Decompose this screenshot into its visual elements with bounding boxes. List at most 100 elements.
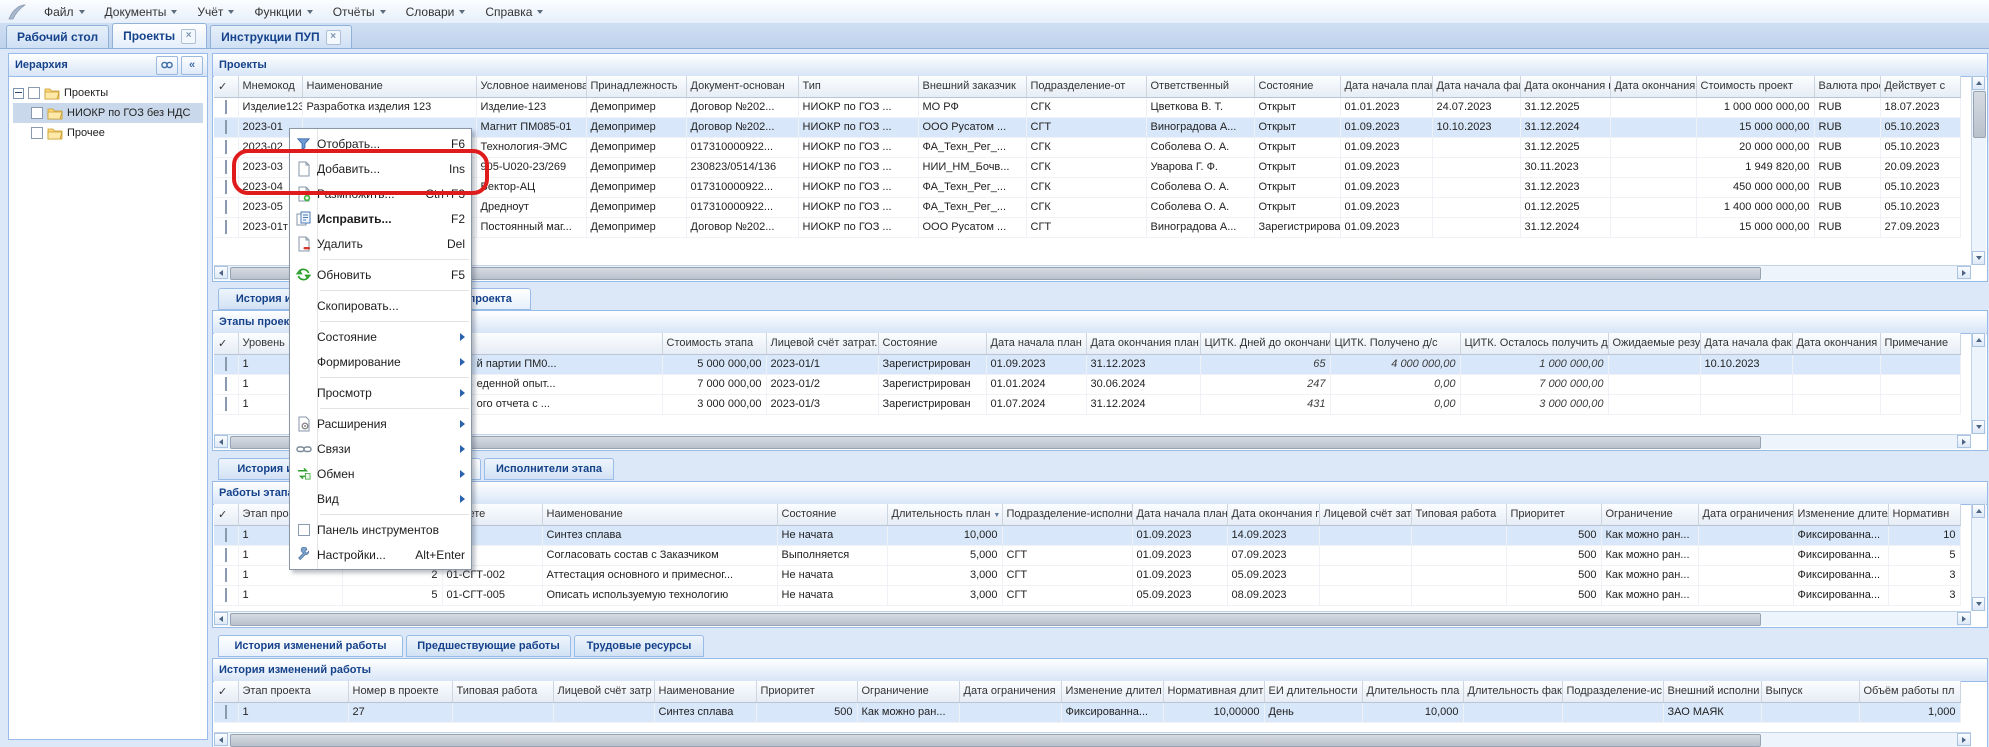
row-checkbox[interactable] [225, 705, 227, 719]
column-header[interactable]: Подразделение-исполнитель.. [1002, 504, 1132, 525]
cell[interactable]: ООО Русатом ... [918, 217, 1026, 237]
cell[interactable]: Согласовать состав с Заказчиком [542, 545, 777, 565]
cell[interactable]: Аттестация основного и примесног... [542, 565, 777, 585]
cell[interactable]: Демопример [586, 217, 686, 237]
row-checkbox[interactable] [225, 357, 227, 371]
column-header[interactable]: ЦИТК. Осталось получить д/с [1460, 333, 1608, 354]
cell[interactable]: Открыт [1254, 137, 1340, 157]
cell[interactable] [1792, 374, 1880, 394]
table-row[interactable]: 127Синтез сплава500Как можно ран...Фикси… [214, 702, 1960, 722]
cell[interactable]: 3 [1888, 585, 1960, 605]
table-row[interactable]: 1Синтез сплаваНе начата10,00001.09.20231… [214, 525, 1960, 545]
tab-рабочий-стол[interactable]: Рабочий стол [6, 25, 109, 48]
column-header[interactable]: Состояние [1254, 76, 1340, 97]
cell[interactable]: НИОКР по ГОЗ ... [798, 97, 918, 117]
cell[interactable] [1610, 197, 1696, 217]
cell[interactable]: Зарегистрирован [1254, 217, 1340, 237]
scroll-right-icon[interactable] [1957, 266, 1971, 279]
menu-функции[interactable]: Функции [244, 2, 322, 22]
cell[interactable]: 31.12.2024 [1086, 394, 1200, 414]
projects-horizontal-scrollbar[interactable] [214, 265, 1971, 280]
scroll-left-icon[interactable] [214, 612, 228, 625]
column-header[interactable]: ЦИТК. Дней до окончания [1200, 333, 1330, 354]
cell[interactable]: НИОКР по ГОЗ ... [798, 157, 918, 177]
cell[interactable]: 1 400 000 000,00 [1696, 197, 1814, 217]
table-row[interactable]: 2023-01Магнит ПМ085-01ДемопримерДоговор … [214, 117, 1960, 137]
cell[interactable]: Дредноут [476, 197, 586, 217]
cell[interactable]: 4 000 000,00 [1330, 354, 1460, 374]
row-checkbox[interactable] [225, 397, 227, 411]
tab-инструкции-пуп[interactable]: Инструкции ПУП× [210, 25, 351, 48]
cell[interactable]: 01.12.2025 [1520, 197, 1610, 217]
cell[interactable]: 1 [238, 702, 348, 722]
column-header[interactable]: Длительность фак [1463, 681, 1562, 702]
column-header[interactable]: Внешний заказчик [918, 76, 1026, 97]
context-menu-item-формирование[interactable]: Формирование [290, 349, 471, 374]
works-vertical-scrollbar[interactable] [1971, 504, 1986, 611]
column-header[interactable]: Мнемокод [238, 76, 302, 97]
scroll-thumb[interactable] [230, 734, 1761, 747]
works-horizontal-scrollbar[interactable] [214, 611, 1971, 626]
cell[interactable]: 01.09.2023 [1340, 117, 1432, 137]
cell[interactable]: 1 000 000,00 [1460, 354, 1608, 374]
cell[interactable] [1700, 394, 1792, 414]
context-menu-item-размножить[interactable]: Размножить...Ctrl+F3 [290, 181, 471, 206]
cell[interactable]: Фиксированна... [1793, 545, 1888, 565]
column-header[interactable]: Наименование [302, 76, 476, 97]
cell[interactable]: 5 [342, 585, 442, 605]
table-row[interactable]: 2023-04Вектор-АЦДемопример017310000922..… [214, 177, 1960, 197]
column-header[interactable]: ЕИ длительности [1264, 681, 1362, 702]
cell[interactable]: СГК [1026, 97, 1146, 117]
cell[interactable]: 01.09.2023 [1340, 197, 1432, 217]
cell[interactable]: Не начата [777, 525, 887, 545]
subtab-предшествующие-работы[interactable]: Предшествующие работы [406, 635, 571, 657]
cell[interactable]: Виноградова А... [1146, 117, 1254, 137]
table-row[interactable]: 1001Согласовать состав с ЗаказчикомВыпол… [214, 545, 1960, 565]
scroll-down-icon[interactable] [1972, 420, 1985, 434]
column-header[interactable] [462, 333, 662, 354]
find-icon[interactable] [156, 56, 178, 75]
cell[interactable]: СГК [1026, 197, 1146, 217]
cell[interactable]: 905-U020-23/269 [476, 157, 586, 177]
cell[interactable]: Как можно ран... [1601, 565, 1698, 585]
column-header[interactable]: Дата начала факт. [1700, 333, 1792, 354]
tree-collapse-icon[interactable] [13, 88, 24, 99]
cell[interactable]: 27 [348, 702, 452, 722]
scroll-right-icon[interactable] [1957, 612, 1971, 625]
cell[interactable] [1319, 525, 1411, 545]
menu-словари[interactable]: Словари [396, 2, 476, 22]
cell[interactable]: 2023-01/2 [766, 374, 878, 394]
cell[interactable]: НИОКР по ГОЗ ... [798, 137, 918, 157]
column-header[interactable]: Валюта проекта [1814, 76, 1880, 97]
cell[interactable]: Открыт [1254, 197, 1340, 217]
cell[interactable]: 01.09.2023 [1340, 157, 1432, 177]
select-all-column-header[interactable]: ✓ [214, 504, 238, 525]
cell[interactable] [1319, 585, 1411, 605]
column-header[interactable]: Подразделение-от [1026, 76, 1146, 97]
cell[interactable] [1432, 197, 1520, 217]
column-header[interactable]: Условное наименова [476, 76, 586, 97]
scroll-thumb[interactable] [1973, 91, 1986, 138]
context-menu-item-добавить[interactable]: Добавить...Ins [290, 156, 471, 181]
cell[interactable]: Уварова Г. Ф. [1146, 157, 1254, 177]
table-row[interactable]: 2023-05ДредноутДемопример017310000922...… [214, 197, 1960, 217]
cell[interactable]: 20.09.2023 [1880, 157, 1960, 177]
cell[interactable]: 3 000 000,00 [662, 394, 766, 414]
cell[interactable] [1698, 565, 1793, 585]
column-header[interactable]: Дата начала план. [1132, 504, 1227, 525]
cell[interactable]: RUB [1814, 217, 1880, 237]
select-all-column-header[interactable]: ✓ [214, 681, 238, 702]
scroll-up-icon[interactable] [1972, 76, 1985, 90]
cell[interactable]: 01.07.2024 [986, 394, 1086, 414]
column-header[interactable]: Наименование [542, 504, 777, 525]
cell[interactable]: Демопример [586, 137, 686, 157]
cell[interactable]: СГТ [1026, 217, 1146, 237]
cell[interactable]: Как можно ран... [857, 702, 959, 722]
cell[interactable]: 27.09.2023 [1880, 217, 1960, 237]
row-checkbox[interactable] [225, 220, 227, 234]
cell[interactable]: 05.10.2023 [1880, 117, 1960, 137]
cell[interactable]: 500 [756, 702, 857, 722]
cell[interactable]: 01.01.2023 [1340, 97, 1432, 117]
column-header[interactable]: Типовая работа [1411, 504, 1506, 525]
cell[interactable] [1319, 565, 1411, 585]
